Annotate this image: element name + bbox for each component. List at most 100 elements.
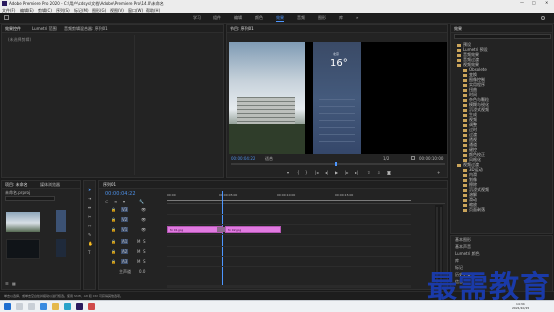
track-label[interactable]: A1	[121, 239, 129, 244]
track-label[interactable]: V2	[121, 217, 129, 222]
mark-in-icon[interactable]: {	[297, 170, 300, 175]
track-eye-icon[interactable]: 👁	[141, 227, 146, 232]
workspace-graphics[interactable]: 图形	[318, 15, 326, 21]
program-monitor-title[interactable]: 节目: 序列01	[230, 26, 254, 32]
lane-a3[interactable]	[167, 257, 411, 267]
close-button[interactable]: ✕	[545, 0, 548, 5]
step-forward-icon[interactable]: |▸	[345, 170, 348, 175]
tab-media-browser[interactable]: 媒体浏览器	[40, 182, 60, 188]
track-lock-icon[interactable]: 🔒	[111, 207, 116, 212]
workspace-assembly[interactable]: 组件	[213, 15, 221, 21]
wrench-icon[interactable]	[411, 156, 415, 160]
lane-v1[interactable]: fx 01.jpg fx 02.jpg	[167, 225, 411, 235]
linked-selection-icon[interactable]: ∞	[114, 199, 117, 204]
work-area-bar[interactable]	[167, 200, 411, 201]
app-icon[interactable]	[88, 303, 95, 310]
playhead-marker[interactable]	[335, 162, 337, 166]
workspace-audio[interactable]: 音频	[297, 15, 305, 21]
track-label[interactable]: A3	[121, 259, 129, 264]
lane-v3[interactable]	[167, 205, 411, 215]
quality-dropdown[interactable]: 1/2	[383, 156, 389, 161]
minimize-button[interactable]: —	[520, 0, 524, 5]
add-marker-icon[interactable]: ▾	[123, 199, 125, 204]
marker-icon[interactable]: ▾	[287, 170, 289, 175]
edge-icon[interactable]	[64, 303, 71, 310]
type-tool-icon[interactable]: T	[88, 250, 90, 255]
workspace-color[interactable]: 颜色	[255, 15, 263, 21]
tab-lumetri-scopes[interactable]: Lumetri 范围	[32, 26, 57, 32]
extract-icon[interactable]: ⇩	[377, 170, 380, 175]
lane-a1[interactable]	[167, 237, 411, 247]
track-eye-icon[interactable]: 👁	[141, 217, 146, 222]
track-lock-icon[interactable]: 🔒	[111, 249, 116, 254]
workspace-more-icon[interactable]: »	[356, 15, 358, 20]
search-taskbar-icon[interactable]	[16, 303, 23, 310]
list-view-icon[interactable]: ☰	[5, 281, 9, 286]
thumbnail-sky[interactable]	[6, 212, 40, 232]
effects-search-input[interactable]	[454, 34, 551, 39]
time-ruler[interactable]: 00:00 00:00:05:00 00:00:10:00 00:00:15:0…	[167, 191, 445, 204]
timeline-horizontal-scrollbar[interactable]	[167, 285, 411, 288]
tab-essential-sound[interactable]: 基本声音	[455, 244, 471, 250]
workspace-learn[interactable]: 学习	[193, 15, 201, 21]
tab-essential-graphics[interactable]: 基本图形	[455, 237, 471, 243]
program-timecode[interactable]: 00:00:04:22	[231, 156, 255, 161]
step-back-icon[interactable]: ◂|	[325, 170, 328, 175]
mute-button[interactable]: M	[137, 259, 140, 264]
browser-icon[interactable]	[40, 303, 47, 310]
selection-tool-icon[interactable]: ➤	[88, 187, 91, 192]
thumbnail-sequence[interactable]	[6, 239, 40, 259]
export-frame-icon[interactable]: ◙	[387, 170, 391, 175]
thumbnail-sequence-2[interactable]	[56, 239, 66, 257]
slip-tool-icon[interactable]: ⇿	[88, 223, 91, 228]
mute-button[interactable]: M	[137, 249, 140, 254]
go-to-out-icon[interactable]: ▸|	[355, 170, 358, 175]
icon-view-icon[interactable]: ▦	[12, 281, 16, 286]
razor-tool-icon[interactable]: ✂	[88, 214, 91, 219]
tab-project[interactable]: 项目: 未命名	[5, 182, 28, 188]
workspace-editing[interactable]: 编辑	[234, 15, 242, 21]
play-icon[interactable]: ▶	[335, 170, 338, 175]
tab-audio-clip-mixer[interactable]: 音频剪辑混合器: 序列01	[64, 26, 108, 32]
track-lock-icon[interactable]: 🔒	[111, 259, 116, 264]
workspace-libraries[interactable]: 库	[339, 15, 343, 21]
button-editor-icon[interactable]: +	[437, 170, 440, 175]
windows-start-icon[interactable]	[4, 303, 11, 310]
go-to-in-icon[interactable]: |◂	[315, 170, 318, 175]
maximize-button[interactable]: □	[532, 0, 536, 5]
track-lock-icon[interactable]: 🔒	[111, 217, 116, 222]
lane-v2[interactable]	[167, 215, 411, 225]
effects-panel-title[interactable]: 效果	[454, 26, 462, 32]
tree-item-page-peel[interactable]: 页面剥落	[463, 207, 485, 212]
workspace-effects[interactable]: 效果	[276, 15, 284, 22]
solo-button[interactable]: S	[143, 249, 146, 254]
task-view-icon[interactable]	[28, 303, 35, 310]
track-eye-icon[interactable]: 👁	[141, 207, 146, 212]
snap-icon[interactable]: ⊂	[105, 199, 108, 204]
master-track-value[interactable]: 0.0	[139, 269, 145, 274]
timeline-settings-icon[interactable]: 🔧	[139, 199, 144, 204]
track-label[interactable]: A2	[121, 249, 129, 254]
track-label[interactable]: V1	[121, 227, 129, 232]
project-search-input[interactable]	[5, 196, 55, 201]
track-lock-icon[interactable]: 🔒	[111, 239, 116, 244]
search-icon[interactable]	[541, 16, 545, 20]
clip-02[interactable]: fx 02.jpg	[225, 226, 281, 233]
tab-sequence[interactable]: 序列01	[103, 182, 116, 188]
pen-tool-icon[interactable]: ✎	[88, 232, 91, 237]
tab-lumetri-color[interactable]: Lumetri 颜色	[455, 251, 480, 257]
track-select-tool-icon[interactable]: ⇥	[88, 196, 91, 201]
hand-tool-icon[interactable]: ✋	[88, 241, 93, 246]
monitor-scrubber[interactable]	[231, 162, 445, 166]
track-lock-icon[interactable]: 🔒	[111, 227, 116, 232]
mark-out-icon[interactable]: }	[305, 170, 308, 175]
home-icon[interactable]	[4, 15, 9, 20]
fit-dropdown[interactable]: 适合	[265, 156, 273, 162]
tab-effect-controls[interactable]: 效果控件	[5, 26, 21, 32]
solo-button[interactable]: S	[143, 259, 146, 264]
premiere-taskbar-icon[interactable]	[76, 303, 83, 310]
thumbnail-phone[interactable]	[56, 210, 66, 232]
explorer-icon[interactable]	[52, 303, 59, 310]
lift-icon[interactable]: ⇧	[367, 170, 370, 175]
track-label[interactable]: V3	[121, 207, 129, 212]
